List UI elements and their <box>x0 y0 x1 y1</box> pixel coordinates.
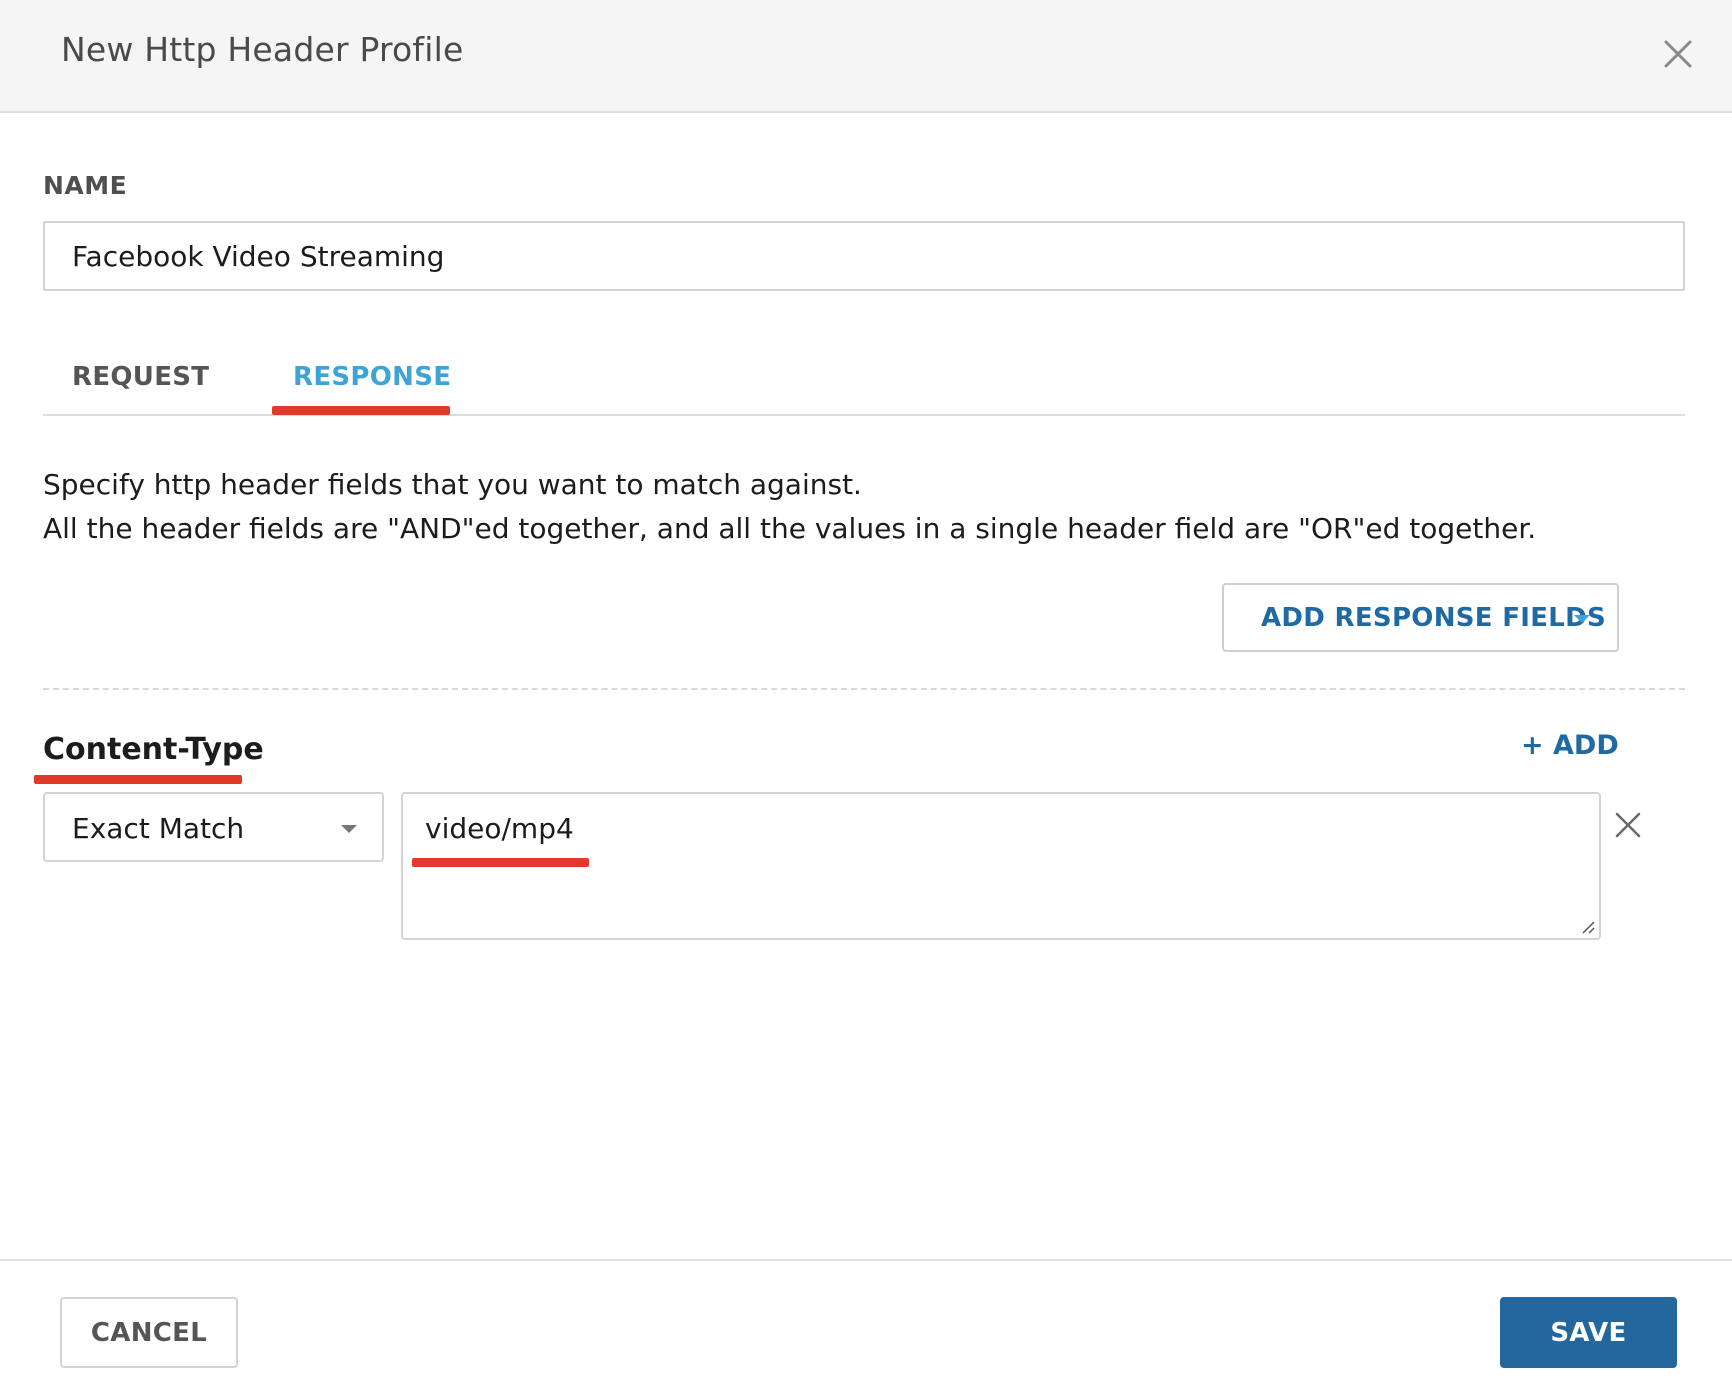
description-line-1: Specify http header fields that you want… <box>43 468 862 501</box>
dialog-title: New Http Header Profile <box>61 30 464 69</box>
footer-divider <box>0 1259 1732 1261</box>
header-field-name: Content-Type <box>43 732 264 767</box>
remove-field-icon[interactable] <box>1613 810 1643 840</box>
name-label: NAME <box>43 171 128 200</box>
section-divider <box>43 688 1685 690</box>
tab-bar: REQUEST RESPONSE <box>43 350 1685 416</box>
cancel-button[interactable]: CANCEL <box>60 1297 238 1368</box>
match-type-select[interactable]: Exact Match <box>43 792 384 862</box>
close-icon[interactable] <box>1660 36 1696 72</box>
add-value-button[interactable]: + ADD <box>1521 730 1619 761</box>
header-field-name-highlight <box>34 775 242 784</box>
header-value-highlight <box>412 858 589 867</box>
name-input[interactable] <box>43 221 1685 291</box>
tab-request[interactable]: REQUEST <box>72 362 209 392</box>
add-response-fields-button[interactable]: ADD RESPONSE FIELDS <box>1222 583 1619 652</box>
description-line-2: All the header fields are "AND"ed togeth… <box>43 512 1537 545</box>
tab-response-highlight <box>272 406 450 415</box>
http-header-profile-dialog: New Http Header Profile NAME REQUEST RES… <box>0 0 1732 1388</box>
tab-response[interactable]: RESPONSE <box>293 362 451 392</box>
dialog-header: New Http Header Profile <box>0 0 1732 113</box>
save-button[interactable]: SAVE <box>1500 1297 1677 1368</box>
description: Specify http header fields that you want… <box>43 463 1536 551</box>
add-response-fields-label: ADD RESPONSE FIELDS <box>1261 603 1607 633</box>
match-type-value: Exact Match <box>72 812 245 845</box>
resize-handle-icon[interactable] <box>1580 919 1596 935</box>
chevron-down-icon <box>341 825 357 833</box>
chevron-down-icon <box>1574 615 1590 623</box>
